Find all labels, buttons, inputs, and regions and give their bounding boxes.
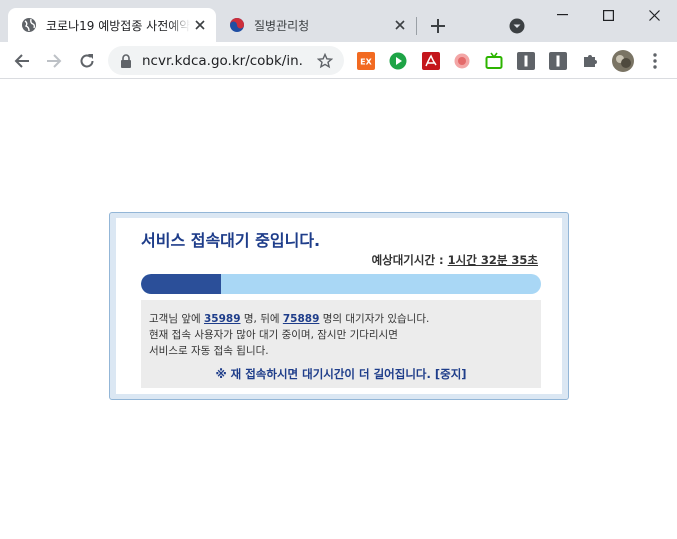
- wait-time-value: 1시간 32분 35초: [447, 253, 538, 267]
- ex-extension-icon[interactable]: EX: [357, 52, 375, 70]
- queue-progress-fill: [141, 274, 221, 294]
- queue-wait-box: 서비스 접속대기 중입니다. 예상대기시간 : 1시간 32분 35초 고객님 …: [109, 212, 569, 400]
- tab-title: 질병관리청: [254, 18, 310, 33]
- puzzle-icon[interactable]: [581, 52, 599, 70]
- pdf-extension-icon[interactable]: [422, 52, 440, 70]
- queue-info-line-2: 현재 접속 사용자가 많아 대기 중이며, 잠시만 기다리시면: [149, 329, 398, 341]
- line1-a: 고객님 앞에: [149, 313, 204, 325]
- wait-time-label: 예상대기시간 :: [371, 253, 448, 267]
- estimated-wait-time: 예상대기시간 : 1시간 32분 35초: [372, 252, 538, 268]
- profile-avatar[interactable]: [612, 50, 634, 72]
- queue-info-panel: 고객님 앞에 35989 명, 뒤에 75889 명의 대기자가 있습니다. 현…: [141, 300, 541, 388]
- circle-extension-icon[interactable]: [453, 52, 471, 70]
- lock-icon[interactable]: [119, 53, 133, 68]
- tab-search-button[interactable]: [506, 15, 528, 37]
- queue-progress-bar: [141, 274, 541, 294]
- bookmark-extension-icon-2[interactable]: [549, 52, 567, 70]
- tab-inactive[interactable]: 질병관리청: [216, 8, 416, 42]
- tab-strip: 코로나19 예방접종 사전예약 질병관리청: [0, 0, 677, 42]
- taegeuk-icon: [229, 17, 245, 33]
- browser-toolbar: ncvr.kdca.go.kr/cobk/in... EX: [0, 42, 677, 79]
- forward-button[interactable]: [41, 48, 67, 74]
- globe-icon: [21, 17, 37, 33]
- bookmark-star-icon[interactable]: [315, 51, 335, 71]
- play-extension-icon[interactable]: [389, 52, 407, 70]
- line1-c: 명의 대기자가 있습니다.: [319, 313, 430, 325]
- maximize-button[interactable]: [585, 0, 631, 30]
- reconnect-warning-stop-link[interactable]: ※ 재 접속하시면 대기시간이 더 길어집니다. [중지]: [141, 366, 541, 382]
- queue-position-line: 고객님 앞에 35989 명, 뒤에 75889 명의 대기자가 있습니다.: [149, 311, 429, 326]
- tab-title: 코로나19 예방접종 사전예약: [46, 18, 190, 33]
- new-tab-button[interactable]: [427, 15, 449, 37]
- url-text[interactable]: ncvr.kdca.go.kr/cobk/in...: [142, 53, 302, 69]
- tab-separator: [416, 17, 417, 35]
- tv-extension-icon[interactable]: [485, 52, 503, 70]
- close-window-button[interactable]: [631, 0, 677, 30]
- close-icon[interactable]: [392, 17, 408, 33]
- tab-active[interactable]: 코로나19 예방접종 사전예약: [8, 8, 216, 42]
- queue-title: 서비스 접속대기 중입니다.: [141, 231, 321, 250]
- reload-button[interactable]: [74, 48, 100, 74]
- close-icon[interactable]: [192, 17, 208, 33]
- back-button[interactable]: [9, 48, 35, 74]
- menu-icon[interactable]: [642, 48, 668, 74]
- address-bar[interactable]: ncvr.kdca.go.kr/cobk/in...: [108, 46, 344, 75]
- page-content: 서비스 접속대기 중입니다. 예상대기시간 : 1시간 32분 35초 고객님 …: [0, 80, 677, 539]
- svg-text:EX: EX: [360, 58, 372, 67]
- queue-info-line-3: 서비스로 자동 접속 됩니다.: [149, 345, 269, 357]
- queue-wait-inner: 서비스 접속대기 중입니다. 예상대기시간 : 1시간 32분 35초 고객님 …: [116, 218, 562, 394]
- minimize-button[interactable]: [539, 0, 585, 30]
- bookmark-extension-icon[interactable]: [517, 52, 535, 70]
- line1-b: 명, 뒤에: [240, 313, 283, 325]
- behind-count: 75889: [282, 313, 320, 325]
- ahead-count: 35989: [203, 313, 241, 325]
